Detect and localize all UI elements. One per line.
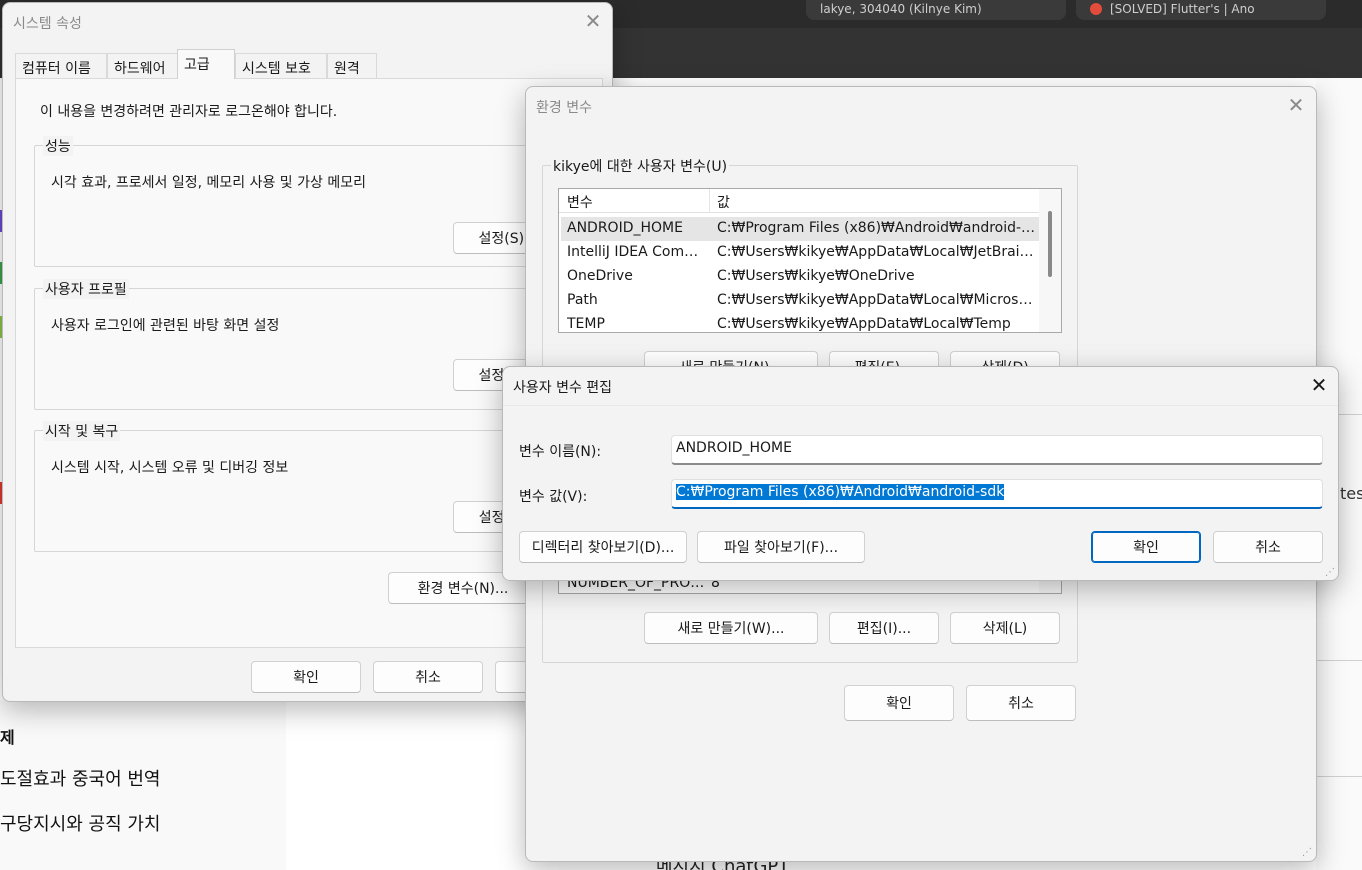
edit-user-variable-dialog: 사용자 변수 편집 ✕ 변수 이름(N): ANDROID_HOME 변수 값(… <box>502 366 1339 581</box>
close-icon[interactable]: ✕ <box>1282 91 1310 119</box>
dialog-title: 환경 변수 <box>536 100 592 116</box>
group-description: 사용자 로그인에 관련된 바탕 화면 설정 <box>51 318 280 334</box>
row-variable-value: C:₩Users₩kikye₩AppData₩Local₩JetBrains₩I… <box>717 244 1037 260</box>
ok-button[interactable]: 확인 <box>844 685 954 721</box>
close-icon[interactable]: ✕ <box>1305 371 1333 399</box>
system-new-button[interactable]: 새로 만들기(W)... <box>644 612 818 644</box>
right-panel-text: tes <box>1340 484 1362 503</box>
sidebar-chat-item[interactable]: 도절효과 중국어 번역 <box>0 765 160 791</box>
vertical-scrollbar[interactable] <box>1039 189 1061 332</box>
resize-grip-icon[interactable]: ⋰ <box>1302 847 1314 859</box>
close-icon[interactable]: ✕ <box>579 7 607 35</box>
resize-grip-icon[interactable]: ⋰ <box>1325 567 1337 579</box>
list-header: 변수 값 <box>559 189 1061 213</box>
site-favicon-icon <box>1090 3 1102 15</box>
dialog-title: 시스템 속성 <box>13 16 82 32</box>
group-label: 성능 <box>43 136 73 156</box>
sidebar-heading: 제 <box>0 728 15 747</box>
variable-value-input[interactable]: C:₩Program Files (x86)₩Android₩android-s… <box>671 479 1323 509</box>
variable-value-label: 변수 값(V): <box>519 489 588 505</box>
ok-button[interactable]: 확인 <box>1091 531 1201 563</box>
user-variables-list[interactable]: 변수 값 ANDROID_HOME C:₩Program Files (x86)… <box>558 188 1062 333</box>
cancel-button[interactable]: 취소 <box>966 685 1076 721</box>
table-row[interactable]: ANDROID_HOME C:₩Program Files (x86)₩Andr… <box>561 217 1039 241</box>
variable-name-input[interactable]: ANDROID_HOME <box>671 435 1323 465</box>
variable-name-value: ANDROID_HOME <box>676 440 792 456</box>
group-label: kikye에 대한 사용자 변수(U) <box>551 156 730 176</box>
row-variable-value: C:₩Users₩kikye₩OneDrive <box>717 268 915 284</box>
row-variable-name: OneDrive <box>567 268 633 284</box>
tab-remote[interactable]: 원격 <box>327 53 377 79</box>
row-variable-name: ANDROID_HOME <box>567 220 683 236</box>
variable-value-selected-text: C:₩Program Files (x86)₩Android₩android-s… <box>676 484 1005 500</box>
cancel-button[interactable]: 취소 <box>373 661 483 693</box>
row-variable-value: C:₩Users₩kikye₩AppData₩Local₩Microsoft..… <box>717 292 1037 308</box>
row-variable-value: C:₩Users₩kikye₩AppData₩Local₩Temp <box>717 316 1011 332</box>
table-row[interactable]: OneDrive C:₩Users₩kikye₩OneDrive <box>561 265 1039 289</box>
group-description: 시각 효과, 프로세서 일정, 메모리 사용 및 가상 메모리 <box>51 175 366 191</box>
browser-tab-label: [SOLVED] Flutter's | Ano <box>1110 2 1255 16</box>
browser-tab[interactable]: lakye, 304040 (Kilnye Kim) <box>806 0 1066 20</box>
tab-advanced[interactable]: 고급 <box>177 49 235 79</box>
sidebar-chat-item[interactable]: 구당지시와 공직 가치 <box>0 810 160 836</box>
scrollbar-thumb[interactable] <box>1048 211 1052 277</box>
variable-name-label: 변수 이름(N): <box>519 444 602 460</box>
group-label: 사용자 프로필 <box>43 279 129 299</box>
performance-group: 성능 시각 효과, 프로세서 일정, 메모리 사용 및 가상 메모리 설정(S)… <box>34 136 594 267</box>
tab-computer-name[interactable]: 컴퓨터 이름 <box>15 53 107 79</box>
system-edit-button[interactable]: 편집(I)... <box>829 612 939 644</box>
table-row[interactable]: TEMP C:₩Users₩kikye₩AppData₩Local₩Temp <box>561 313 1039 332</box>
system-delete-button[interactable]: 삭제(L) <box>950 612 1060 644</box>
group-label: 시작 및 복구 <box>43 421 121 441</box>
column-header-variable[interactable]: 변수 <box>567 192 593 212</box>
tab-system-protection[interactable]: 시스템 보호 <box>235 53 327 79</box>
ok-button[interactable]: 확인 <box>251 661 361 693</box>
table-row[interactable]: Path C:₩Users₩kikye₩AppData₩Local₩Micros… <box>561 289 1039 313</box>
browser-tab[interactable]: [SOLVED] Flutter's | Ano <box>1076 0 1326 20</box>
cancel-button[interactable]: 취소 <box>1213 531 1323 563</box>
browse-file-button[interactable]: 파일 찾아보기(F)... <box>697 531 865 563</box>
system-properties-dialog: 시스템 속성 ✕ 컴퓨터 이름 하드웨어 고급 시스템 보호 원격 이 내용을 … <box>2 2 613 702</box>
row-variable-name: TEMP <box>567 316 605 332</box>
group-description: 시스템 시작, 시스템 오류 및 디버깅 정보 <box>51 460 289 476</box>
browse-directory-button[interactable]: 디렉터리 찾아보기(D)... <box>519 531 687 563</box>
tab-hardware[interactable]: 하드웨어 <box>107 53 179 79</box>
row-variable-name: IntelliJ IDEA Comm... <box>567 244 709 260</box>
browser-tab-label: lakye, 304040 (Kilnye Kim) <box>820 2 982 16</box>
column-header-value[interactable]: 값 <box>717 192 730 212</box>
dialog-title: 사용자 변수 편집 <box>513 380 613 396</box>
admin-notice: 이 내용을 변경하려면 관리자로 로그온해야 합니다. <box>40 104 338 120</box>
row-variable-value: C:₩Program Files (x86)₩Android₩android-s… <box>717 220 1037 236</box>
table-row[interactable]: IntelliJ IDEA Comm... C:₩Users₩kikye₩App… <box>561 241 1039 265</box>
row-variable-name: Path <box>567 292 598 308</box>
